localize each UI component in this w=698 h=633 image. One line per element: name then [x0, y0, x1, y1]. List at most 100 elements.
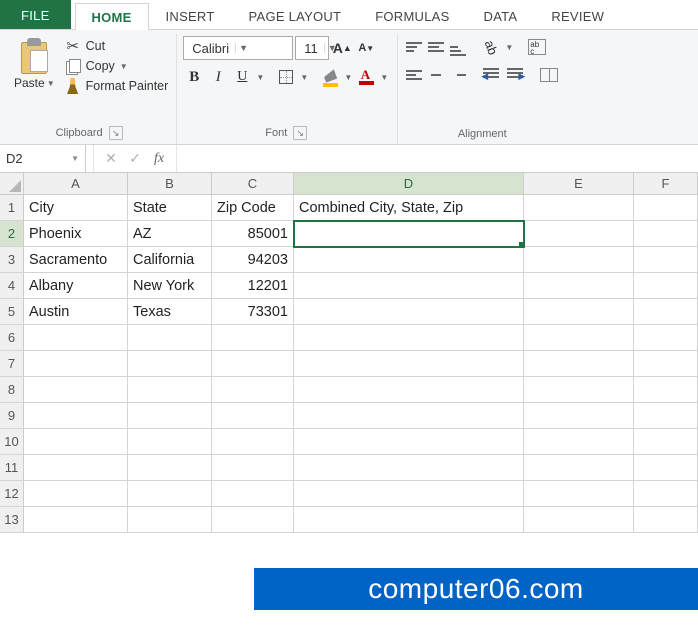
- tab-review[interactable]: REVIEW: [534, 2, 621, 29]
- bold-button[interactable]: B: [183, 66, 205, 88]
- cancel-formula-button[interactable]: ✕: [100, 148, 122, 170]
- cell-D3[interactable]: [294, 247, 524, 273]
- increase-font-button[interactable]: A▲: [331, 37, 353, 59]
- cell-C5[interactable]: 73301: [212, 299, 294, 325]
- tab-data[interactable]: DATA: [467, 2, 535, 29]
- font-color-dropdown[interactable]: ▼: [379, 66, 389, 88]
- cell-E12[interactable]: [524, 481, 634, 507]
- format-painter-button[interactable]: Format Painter: [65, 78, 169, 94]
- cell-A12[interactable]: [24, 481, 128, 507]
- align-top-button[interactable]: [404, 38, 424, 56]
- cell-E7[interactable]: [524, 351, 634, 377]
- column-header[interactable]: D: [294, 173, 524, 195]
- cell-B5[interactable]: Texas: [128, 299, 212, 325]
- column-header[interactable]: E: [524, 173, 634, 195]
- cell-B1[interactable]: State: [128, 195, 212, 221]
- fill-color-dropdown[interactable]: ▼: [343, 66, 353, 88]
- tab-home[interactable]: HOME: [75, 3, 149, 30]
- cell-E9[interactable]: [524, 403, 634, 429]
- row-header[interactable]: 10: [0, 429, 24, 455]
- cell-C6[interactable]: [212, 325, 294, 351]
- cell-D4[interactable]: [294, 273, 524, 299]
- align-middle-button[interactable]: [426, 38, 446, 56]
- cell-E8[interactable]: [524, 377, 634, 403]
- cell-C9[interactable]: [212, 403, 294, 429]
- insert-function-button[interactable]: fx: [148, 148, 170, 170]
- cell-F4[interactable]: [634, 273, 698, 299]
- cell-D6[interactable]: [294, 325, 524, 351]
- cell-B8[interactable]: [128, 377, 212, 403]
- cell-A9[interactable]: [24, 403, 128, 429]
- cell-C10[interactable]: [212, 429, 294, 455]
- cell-F3[interactable]: [634, 247, 698, 273]
- cell-A11[interactable]: [24, 455, 128, 481]
- cell-D7[interactable]: [294, 351, 524, 377]
- cell-A13[interactable]: [24, 507, 128, 533]
- cell-B9[interactable]: [128, 403, 212, 429]
- decrease-indent-button[interactable]: ◀: [480, 64, 502, 86]
- increase-indent-button[interactable]: ▶: [504, 64, 526, 86]
- row-header[interactable]: 5: [0, 299, 24, 325]
- cell-C8[interactable]: [212, 377, 294, 403]
- row-header[interactable]: 2: [0, 221, 24, 247]
- font-color-button[interactable]: A: [355, 66, 377, 88]
- align-left-button[interactable]: [404, 66, 424, 84]
- column-header[interactable]: A: [24, 173, 128, 195]
- cell-A8[interactable]: [24, 377, 128, 403]
- cell-A2[interactable]: Phoenix: [24, 221, 128, 247]
- orientation-dropdown[interactable]: ▼: [504, 36, 514, 58]
- cell-B6[interactable]: [128, 325, 212, 351]
- align-right-button[interactable]: [448, 66, 468, 84]
- column-header[interactable]: F: [634, 173, 698, 195]
- fill-color-button[interactable]: [319, 66, 341, 88]
- cell-E3[interactable]: [524, 247, 634, 273]
- cell-B7[interactable]: [128, 351, 212, 377]
- cell-B10[interactable]: [128, 429, 212, 455]
- cell-C13[interactable]: [212, 507, 294, 533]
- font-dialog-launcher[interactable]: ↘: [293, 126, 307, 140]
- column-header[interactable]: B: [128, 173, 212, 195]
- cell-F5[interactable]: [634, 299, 698, 325]
- row-header[interactable]: 6: [0, 325, 24, 351]
- font-size-combo[interactable]: 11 ▼: [295, 36, 329, 60]
- cut-button[interactable]: ✂ Cut: [65, 38, 169, 54]
- cell-F8[interactable]: [634, 377, 698, 403]
- cell-B4[interactable]: New York: [128, 273, 212, 299]
- cell-C3[interactable]: 94203: [212, 247, 294, 273]
- cell-A4[interactable]: Albany: [24, 273, 128, 299]
- cell-F13[interactable]: [634, 507, 698, 533]
- cell-C1[interactable]: Zip Code: [212, 195, 294, 221]
- tab-formulas[interactable]: FORMULAS: [358, 2, 466, 29]
- cell-F11[interactable]: [634, 455, 698, 481]
- row-header[interactable]: 11: [0, 455, 24, 481]
- cell-E4[interactable]: [524, 273, 634, 299]
- cell-F1[interactable]: [634, 195, 698, 221]
- cell-B12[interactable]: [128, 481, 212, 507]
- row-header[interactable]: 13: [0, 507, 24, 533]
- formula-input[interactable]: [177, 145, 698, 172]
- cell-F7[interactable]: [634, 351, 698, 377]
- cell-E10[interactable]: [524, 429, 634, 455]
- row-header[interactable]: 8: [0, 377, 24, 403]
- column-header[interactable]: C: [212, 173, 294, 195]
- cell-B3[interactable]: California: [128, 247, 212, 273]
- copy-button[interactable]: Copy ▼: [65, 58, 169, 74]
- cell-A10[interactable]: [24, 429, 128, 455]
- underline-dropdown[interactable]: ▼: [255, 66, 265, 88]
- cell-A6[interactable]: [24, 325, 128, 351]
- cell-C4[interactable]: 12201: [212, 273, 294, 299]
- row-header[interactable]: 1: [0, 195, 24, 221]
- paste-button[interactable]: Paste▼: [10, 36, 59, 92]
- row-header[interactable]: 4: [0, 273, 24, 299]
- cell-F6[interactable]: [634, 325, 698, 351]
- font-name-combo[interactable]: Calibri ▼: [183, 36, 293, 60]
- cell-C12[interactable]: [212, 481, 294, 507]
- align-bottom-button[interactable]: [448, 38, 468, 56]
- align-center-button[interactable]: [426, 66, 446, 84]
- cell-E13[interactable]: [524, 507, 634, 533]
- cell-F2[interactable]: [634, 221, 698, 247]
- cell-F10[interactable]: [634, 429, 698, 455]
- cell-C2[interactable]: 85001: [212, 221, 294, 247]
- cell-C7[interactable]: [212, 351, 294, 377]
- border-button[interactable]: [275, 66, 297, 88]
